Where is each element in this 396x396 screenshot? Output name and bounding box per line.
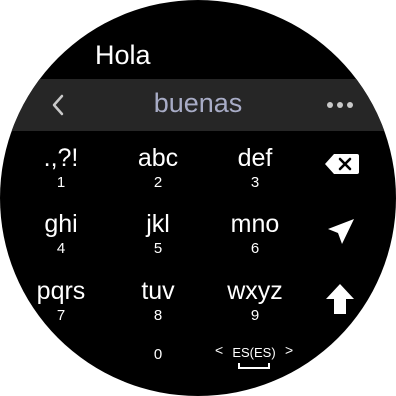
key-number: 0 (153, 346, 163, 363)
key-8[interactable]: tuv 8 (118, 279, 198, 325)
key-number: 8 (153, 307, 163, 324)
language-code: ES(ES) (232, 345, 276, 360)
key-3[interactable]: def 3 (215, 146, 295, 192)
key-number: 6 (250, 240, 260, 257)
typed-text[interactable]: Hola (95, 40, 151, 71)
more-horizontal-icon[interactable] (320, 91, 360, 119)
language-prev[interactable]: < (215, 342, 223, 358)
key-0[interactable]: 0 (118, 346, 198, 364)
space-bar-icon (238, 363, 270, 369)
key-number: 5 (153, 240, 163, 257)
suggestion-bar: buenas (0, 79, 396, 131)
send-icon[interactable] (318, 212, 362, 252)
key-1[interactable]: .,?! 1 (21, 146, 101, 192)
language-switcher[interactable]: < ES(ES) > (211, 342, 297, 372)
key-letters: .,?! (43, 144, 79, 172)
language-next[interactable]: > (285, 342, 293, 358)
key-letters: ghi (44, 210, 78, 238)
key-number: 9 (250, 307, 260, 324)
key-letters: tuv (141, 277, 175, 305)
key-7[interactable]: pqrs 7 (21, 279, 101, 325)
key-letters: wxyz (227, 277, 283, 305)
key-number: 2 (153, 174, 163, 191)
key-letters: pqrs (36, 277, 86, 305)
key-9[interactable]: wxyz 9 (215, 279, 295, 325)
keyboard-screen: Hola buenas .,?! 1 abc 2 def 3 ghi 4 jkl… (0, 0, 396, 396)
key-5[interactable]: jkl 5 (118, 212, 198, 258)
key-letters: mno (230, 210, 280, 238)
key-6[interactable]: mno 6 (215, 212, 295, 258)
key-number: 1 (56, 174, 66, 191)
key-letters: abc (137, 144, 179, 172)
key-number: 4 (56, 240, 66, 257)
key-2[interactable]: abc 2 (118, 146, 198, 192)
key-letters: jkl (146, 210, 170, 238)
key-4[interactable]: ghi 4 (21, 212, 101, 258)
backspace-icon[interactable] (320, 144, 364, 184)
key-number: 7 (56, 307, 66, 324)
key-letters: def (237, 144, 273, 172)
key-number: 3 (250, 174, 260, 191)
shift-icon[interactable] (318, 279, 362, 319)
